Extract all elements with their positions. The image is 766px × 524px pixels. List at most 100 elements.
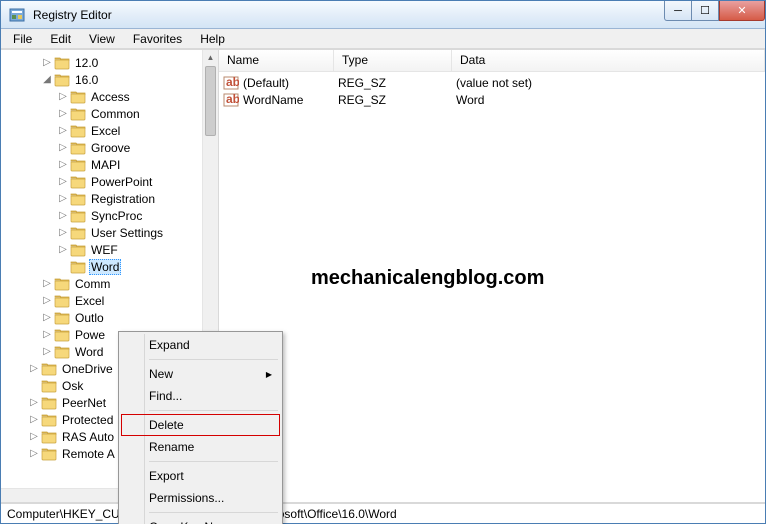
tree-label: SyncProc xyxy=(89,209,144,223)
scroll-up-icon[interactable]: ▲ xyxy=(203,50,218,64)
folder-icon xyxy=(70,175,86,189)
context-menu-item[interactable]: Export xyxy=(121,465,280,487)
tree-label: PeerNet xyxy=(60,396,108,410)
expander-closed-icon[interactable]: ▷ xyxy=(28,363,40,375)
svg-text:ab: ab xyxy=(226,93,239,106)
tree-node[interactable]: ▷ Registration xyxy=(1,190,218,207)
tree-label: Comm xyxy=(73,277,112,291)
context-menu-item[interactable]: Permissions... xyxy=(121,487,280,509)
expander-closed-icon[interactable]: ▷ xyxy=(28,414,40,426)
expander-closed-icon[interactable]: ▷ xyxy=(57,125,69,137)
tree-node[interactable]: ▷ 12.0 xyxy=(1,54,218,71)
menu-help[interactable]: Help xyxy=(192,30,233,48)
expander-closed-icon[interactable]: ▷ xyxy=(57,244,69,256)
string-value-icon: ab xyxy=(223,93,239,107)
folder-icon xyxy=(54,294,70,308)
expander-closed-icon[interactable]: ▷ xyxy=(57,193,69,205)
expander-closed-icon[interactable]: ▷ xyxy=(28,448,40,460)
list-row[interactable]: ab(Default)REG_SZ(value not set) xyxy=(219,74,765,91)
cell-name: WordName xyxy=(243,93,338,107)
folder-icon xyxy=(54,56,70,70)
tree-node[interactable]: ▷ SyncProc xyxy=(1,207,218,224)
context-menu-separator xyxy=(149,461,278,462)
expander-closed-icon[interactable]: ▷ xyxy=(57,210,69,222)
cell-data: Word xyxy=(456,93,765,107)
submenu-arrow-icon: ▶ xyxy=(266,370,272,379)
tree-label: Word xyxy=(73,345,105,359)
expander-closed-icon[interactable]: ▷ xyxy=(41,312,53,324)
context-menu-item[interactable]: Delete xyxy=(121,414,280,436)
menubar: File Edit View Favorites Help xyxy=(1,29,765,49)
context-menu-item[interactable]: Copy Key Name xyxy=(121,516,280,524)
folder-icon xyxy=(70,141,86,155)
tree-node[interactable]: ▷ Access xyxy=(1,88,218,105)
tree-node[interactable]: ▷ User Settings xyxy=(1,224,218,241)
tree-node[interactable]: ▷PowerPoint xyxy=(1,173,218,190)
expander-closed-icon[interactable]: ▷ xyxy=(41,295,53,307)
tree-node[interactable]: Word xyxy=(1,258,218,275)
folder-icon xyxy=(70,192,86,206)
folder-icon xyxy=(70,158,86,172)
expander-closed-icon[interactable]: ▷ xyxy=(41,329,53,341)
tree-node[interactable]: ▷MAPI xyxy=(1,156,218,173)
scroll-thumb[interactable] xyxy=(205,66,216,136)
menu-file[interactable]: File xyxy=(5,30,40,48)
tree-node[interactable]: ▷ WEF xyxy=(1,241,218,258)
tree-label: User Settings xyxy=(89,226,165,240)
column-data[interactable]: Data xyxy=(452,50,765,71)
expander-closed-icon[interactable]: ▷ xyxy=(57,108,69,120)
folder-icon xyxy=(70,209,86,223)
tree-node[interactable]: ▷ Excel xyxy=(1,292,218,309)
column-type[interactable]: Type xyxy=(334,50,452,71)
minimize-button[interactable]: ─ xyxy=(664,1,692,21)
tree-label: WEF xyxy=(89,243,120,257)
context-menu-item[interactable]: Rename xyxy=(121,436,280,458)
tree-node[interactable]: ▷Outlo xyxy=(1,309,218,326)
column-name[interactable]: Name xyxy=(219,50,334,71)
expander-closed-icon[interactable]: ▷ xyxy=(57,142,69,154)
folder-icon xyxy=(41,430,57,444)
expander-closed-icon[interactable]: ▷ xyxy=(57,159,69,171)
menu-favorites[interactable]: Favorites xyxy=(125,30,190,48)
folder-icon xyxy=(70,107,86,121)
folder-icon xyxy=(54,328,70,342)
expander-closed-icon[interactable]: ▷ xyxy=(28,431,40,443)
cell-data: (value not set) xyxy=(456,76,765,90)
list-body[interactable]: mechanicalengblog.com ab(Default)REG_SZ(… xyxy=(219,72,765,502)
expander-closed-icon[interactable]: ▷ xyxy=(28,397,40,409)
tree-node[interactable]: ▷Groove xyxy=(1,139,218,156)
tree-label: Osk xyxy=(60,379,85,393)
tree-label: Access xyxy=(89,90,132,104)
tree-label: Excel xyxy=(73,294,106,308)
tree-label: 12.0 xyxy=(73,56,100,70)
folder-icon xyxy=(54,311,70,325)
context-menu-item[interactable]: Find... xyxy=(121,385,280,407)
list-header[interactable]: Name Type Data xyxy=(219,50,765,72)
context-menu-item[interactable]: Expand xyxy=(121,334,280,356)
app-icon xyxy=(9,7,25,23)
tree-label: Registration xyxy=(89,192,157,206)
maximize-button[interactable]: ☐ xyxy=(691,1,719,21)
context-menu-separator xyxy=(149,359,278,360)
expander-closed-icon[interactable]: ▷ xyxy=(41,346,53,358)
tree-label: Word xyxy=(89,259,121,275)
tree-node[interactable]: ▷ Excel xyxy=(1,122,218,139)
titlebar[interactable]: Registry Editor ─ ☐ ✕ xyxy=(1,1,765,29)
expander-closed-icon[interactable]: ▷ xyxy=(57,91,69,103)
close-button[interactable]: ✕ xyxy=(719,1,765,21)
context-menu-separator xyxy=(149,410,278,411)
expander-closed-icon[interactable]: ▷ xyxy=(41,278,53,290)
tree-node[interactable]: ▷ Comm xyxy=(1,275,218,292)
tree-node[interactable]: ◢16.0 xyxy=(1,71,218,88)
expander-closed-icon[interactable]: ▷ xyxy=(41,57,53,69)
menu-view[interactable]: View xyxy=(81,30,123,48)
expander-closed-icon[interactable]: ▷ xyxy=(57,176,69,188)
tree-node[interactable]: ▷Common xyxy=(1,105,218,122)
expander-closed-icon[interactable]: ▷ xyxy=(57,227,69,239)
list-row[interactable]: abWordNameREG_SZWord xyxy=(219,91,765,108)
menu-edit[interactable]: Edit xyxy=(42,30,79,48)
tree-label: Excel xyxy=(89,124,122,138)
context-menu[interactable]: Expand New▶Find... DeleteRename ExportPermi… xyxy=(118,331,283,524)
expander-open-icon[interactable]: ◢ xyxy=(41,74,53,86)
context-menu-item[interactable]: New▶ xyxy=(121,363,280,385)
